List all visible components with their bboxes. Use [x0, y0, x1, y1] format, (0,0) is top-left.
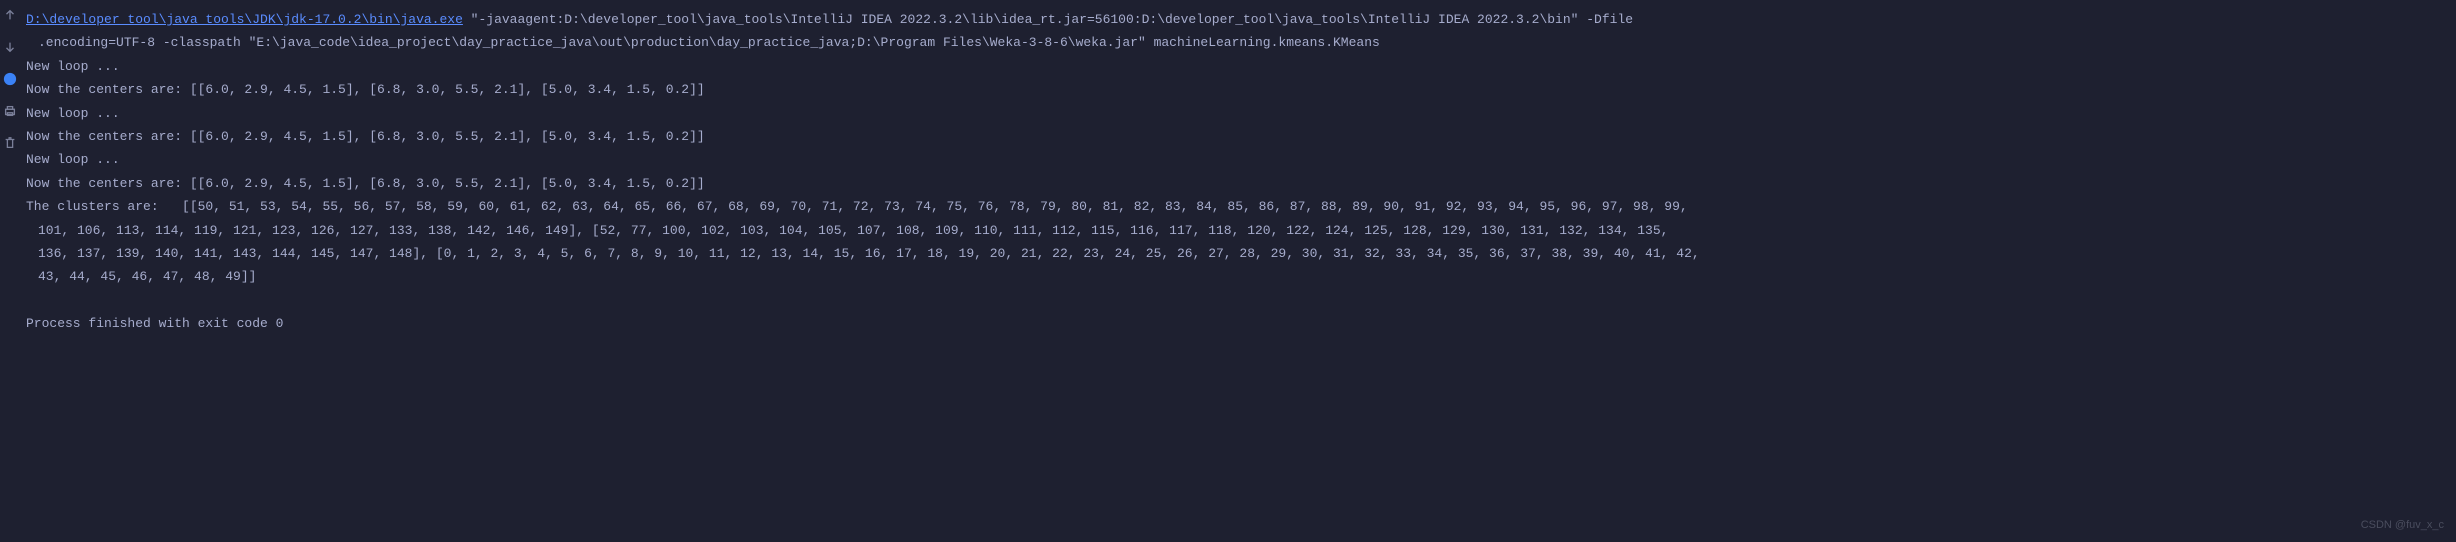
command-args-2: .encoding=UTF-8 -classpath "E:\java_code…: [26, 31, 2450, 54]
output-line: New loop ...: [26, 102, 2450, 125]
clusters-output: 136, 137, 139, 140, 141, 143, 144, 145, …: [26, 242, 2450, 265]
command-args-1: "-javaagent:D:\developer_tool\java_tools…: [463, 12, 1633, 27]
clusters-output: 101, 106, 113, 114, 119, 121, 123, 126, …: [26, 219, 2450, 242]
watermark: CSDN @fuv_x_c: [2361, 516, 2444, 536]
clusters-output: 43, 44, 45, 46, 47, 48, 49]]: [26, 265, 2450, 288]
command-line: D:\developer_tool\java_tools\JDK\jdk-17.…: [26, 8, 2450, 31]
wrap-text-icon[interactable]: [3, 72, 17, 86]
java-executable-link[interactable]: D:\developer_tool\java_tools\JDK\jdk-17.…: [26, 12, 463, 27]
output-line: Now the centers are: [[6.0, 2.9, 4.5, 1.…: [26, 78, 2450, 101]
exit-message: Process finished with exit code 0: [26, 312, 2450, 335]
clusters-output: The clusters are: [[50, 51, 53, 54, 55, …: [26, 195, 2450, 218]
output-line: New loop ...: [26, 55, 2450, 78]
print-icon[interactable]: [3, 104, 17, 118]
trash-icon[interactable]: [3, 136, 17, 150]
output-line: Now the centers are: [[6.0, 2.9, 4.5, 1.…: [26, 125, 2450, 148]
console-gutter: [0, 0, 20, 542]
console-output[interactable]: D:\developer_tool\java_tools\JDK\jdk-17.…: [20, 0, 2456, 542]
empty-line: [26, 289, 2450, 312]
up-arrow-icon[interactable]: [3, 8, 17, 22]
output-line: New loop ...: [26, 148, 2450, 171]
down-arrow-icon[interactable]: [3, 40, 17, 54]
output-line: Now the centers are: [[6.0, 2.9, 4.5, 1.…: [26, 172, 2450, 195]
